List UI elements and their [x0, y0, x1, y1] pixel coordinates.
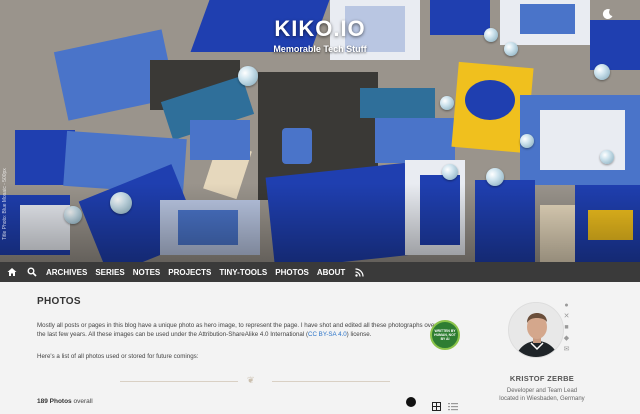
- list-view-icon[interactable]: [448, 398, 458, 411]
- nav-photos[interactable]: PHOTOS: [275, 268, 309, 277]
- github-icon[interactable]: ●: [563, 302, 570, 309]
- search-icon[interactable]: [26, 266, 38, 278]
- list-intro-text: Here's a list of all photos used or stor…: [37, 353, 199, 360]
- author-role: Developer and Team Lead: [506, 388, 578, 394]
- nav-series[interactable]: SERIES: [95, 268, 124, 277]
- main-nav: ARCHIVES SERIES NOTES PROJECTS TINY-TOOL…: [0, 262, 640, 282]
- nav-projects[interactable]: PROJECTS: [168, 268, 211, 277]
- social-links: ● ✕ ■ ◆ ✉: [563, 302, 571, 353]
- photo-count-suffix: overall: [71, 398, 93, 405]
- toggle-dot-button[interactable]: [406, 397, 416, 407]
- nav-tiny-tools[interactable]: TINY-TOOLS: [219, 268, 267, 277]
- nav-notes[interactable]: NOTES: [133, 268, 161, 277]
- twitter-icon[interactable]: ✕: [563, 313, 570, 320]
- linkedin-icon[interactable]: ■: [563, 324, 570, 331]
- moon-icon[interactable]: [602, 8, 614, 23]
- photo-credit: Title Photo: Blue Mosaic - 500px: [2, 168, 8, 240]
- author-name: KRISTOF ZERBE: [509, 374, 575, 383]
- intro-text-end: ) license.: [346, 331, 372, 338]
- mastodon-icon[interactable]: ◆: [563, 335, 570, 342]
- photo-count: 189 Photos overall: [37, 398, 93, 405]
- badge-label: WRITTEN BY HUMAN, NOT BY AI: [434, 329, 456, 341]
- site-subtitle: Memorable Tech Stuff: [273, 44, 367, 54]
- author-location: located in Wiesbaden, Germany: [499, 396, 585, 402]
- grid-view-icon[interactable]: [432, 398, 441, 411]
- email-icon[interactable]: ✉: [563, 346, 570, 353]
- human-written-badge: WRITTEN BY HUMAN, NOT BY AI: [430, 320, 460, 350]
- nav-about[interactable]: ABOUT: [317, 268, 345, 277]
- ornament-divider: ❦: [120, 375, 390, 385]
- intro-text-part: Mostly all posts or pages in this blog h…: [37, 322, 437, 338]
- intro-text: Mostly all posts or pages in this blog h…: [37, 321, 437, 339]
- page-title: PHOTOS: [37, 296, 81, 307]
- site-title[interactable]: KIKO.IO: [0, 16, 640, 42]
- avatar[interactable]: [508, 302, 564, 358]
- photo-count-number: 189 Photos: [37, 398, 72, 405]
- license-link[interactable]: CC BY-SA 4.0: [308, 331, 347, 338]
- nav-archives[interactable]: ARCHIVES: [46, 268, 87, 277]
- home-icon[interactable]: [6, 266, 18, 278]
- rss-icon[interactable]: [353, 266, 365, 278]
